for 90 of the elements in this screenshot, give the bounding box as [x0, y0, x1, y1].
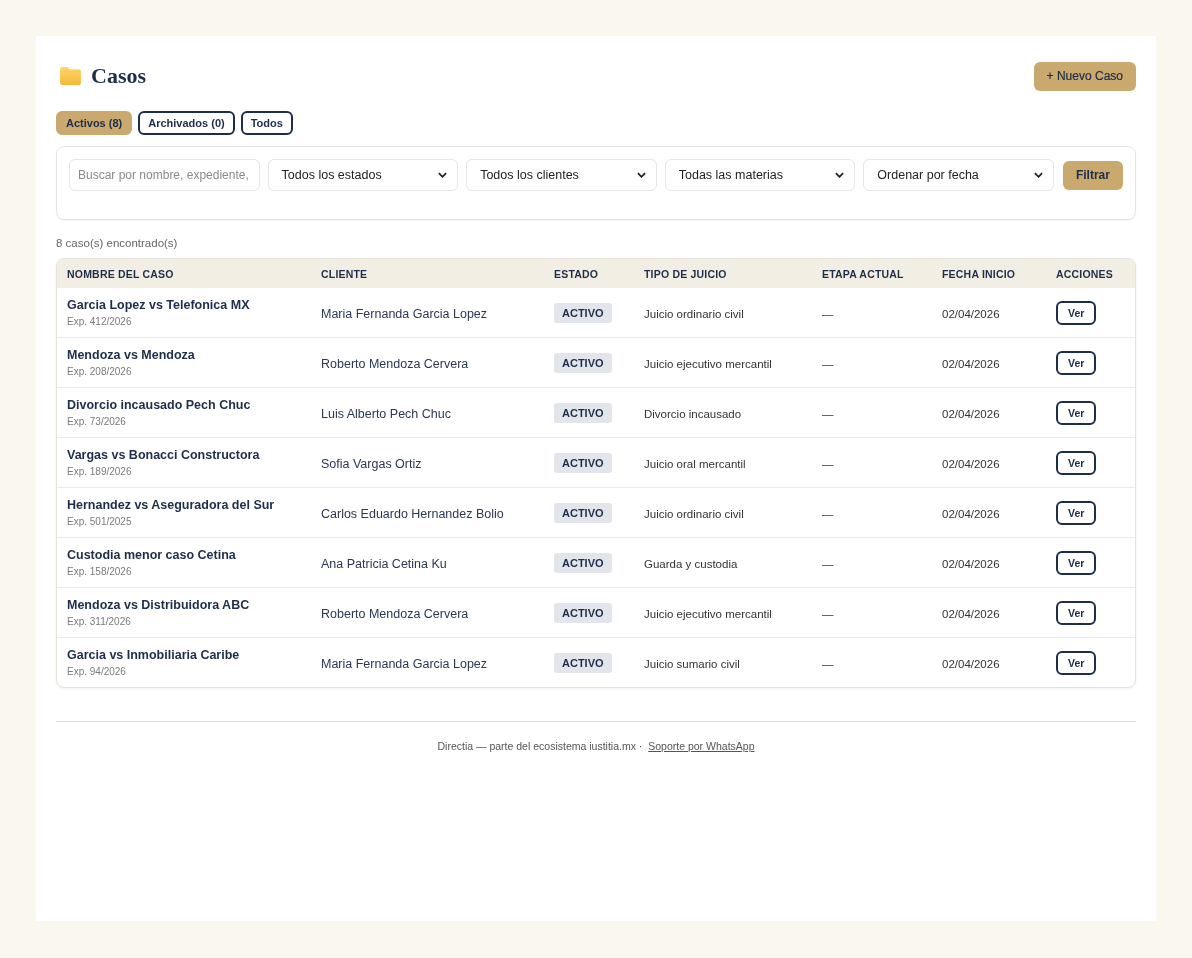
view-button[interactable]: Ver [1056, 650, 1097, 675]
new-case-button[interactable]: + Nuevo Caso [1033, 61, 1136, 91]
status-badge: ACTIVO [554, 352, 612, 373]
dropdown[interactable]: Ordenar por fecha [863, 159, 1054, 191]
status-badge: ACTIVO [554, 452, 612, 473]
case-file-number: Exp. 208/2026 [67, 366, 133, 377]
case-name: Hernandez vs Aseguradora del Sur [67, 498, 276, 512]
case-file-number: Exp. 189/2026 [67, 466, 133, 477]
case-name: Mendoza vs Distribuidora ABC [67, 598, 251, 612]
start-date: 02/04/2026 [942, 507, 1000, 520]
view-button[interactable]: Ver [1056, 550, 1097, 575]
trial-type: Juicio sumario civil [644, 657, 740, 670]
status-badge: ACTIVO [554, 502, 612, 523]
case-name: Mendoza vs Mendoza [67, 348, 196, 362]
current-stage: — [822, 607, 834, 620]
column-header: TIPO DE JUICIO [634, 259, 812, 288]
start-date: 02/04/2026 [942, 457, 1000, 470]
start-date: 02/04/2026 [942, 407, 1000, 420]
filter-tab[interactable]: Activos (8) [56, 111, 133, 135]
current-stage: — [822, 307, 834, 320]
current-stage: — [822, 657, 834, 670]
folder-icon [60, 67, 81, 85]
client-name: Maria Fernanda Garcia Lopez [321, 306, 488, 321]
current-stage: — [822, 557, 834, 570]
result-count: 8 caso(s) encontrado(s) [56, 237, 179, 249]
client-name: Ana Patricia Cetina Ku [321, 556, 447, 571]
case-name: Garcia vs Inmobiliaria Caribe [67, 648, 241, 662]
status-badge: ACTIVO [554, 652, 612, 673]
trial-type: Guarda y custodia [644, 557, 738, 570]
chevron-down-icon [438, 172, 448, 178]
filter-button[interactable]: Filtrar [1062, 160, 1123, 190]
case-file-number: Exp. 501/2025 [67, 516, 133, 527]
chevron-down-icon [636, 172, 646, 178]
case-file-number: Exp. 73/2026 [67, 416, 127, 427]
trial-type: Juicio oral mercantil [644, 457, 746, 470]
status-badge: ACTIVO [554, 602, 612, 623]
client-name: Roberto Mendoza Cervera [321, 356, 469, 371]
start-date: 02/04/2026 [942, 657, 1000, 670]
status-badge: ACTIVO [554, 302, 612, 323]
status-badge: ACTIVO [554, 402, 612, 423]
case-name: Vargas vs Bonacci Constructora [67, 448, 261, 462]
view-button[interactable]: Ver [1056, 600, 1097, 625]
client-name: Luis Alberto Pech Chuc [321, 406, 451, 421]
view-button[interactable]: Ver [1056, 300, 1097, 325]
filter-tab[interactable]: Archivados (0) [138, 111, 235, 135]
case-name: Garcia Lopez vs Telefonica MX [67, 298, 251, 312]
column-header: ETAPA ACTUAL [812, 259, 932, 288]
client-name: Roberto Mendoza Cervera [321, 606, 469, 621]
whatsapp-support-link[interactable]: Soporte por WhatsApp [648, 740, 755, 752]
view-button[interactable]: Ver [1056, 450, 1097, 475]
current-stage: — [822, 407, 834, 420]
footer-text: Directia — parte del ecosistema iustitia.mx · [437, 740, 643, 752]
column-header: NOMBRE DEL CASO [57, 259, 311, 288]
case-name: Divorcio incausado Pech Chuc [67, 398, 252, 412]
column-header: ACCIONES [1046, 259, 1135, 288]
case-file-number: Exp. 412/2026 [67, 316, 133, 327]
chevron-down-icon [1033, 172, 1043, 178]
start-date: 02/04/2026 [942, 307, 1000, 320]
case-name: Custodia menor caso Cetina [67, 548, 237, 562]
current-stage: — [822, 357, 834, 370]
current-stage: — [822, 457, 834, 470]
start-date: 02/04/2026 [942, 357, 1000, 370]
view-button[interactable]: Ver [1056, 500, 1097, 525]
case-file-number: Exp. 94/2026 [67, 666, 127, 677]
client-name: Sofia Vargas Ortiz [321, 456, 422, 471]
client-name: Carlos Eduardo Hernandez Bolio [321, 506, 504, 521]
status-badge: ACTIVO [554, 552, 612, 573]
column-header: ESTADO [544, 259, 634, 288]
view-button[interactable]: Ver [1056, 350, 1097, 375]
case-file-number: Exp. 311/2026 [67, 616, 132, 627]
current-stage: — [822, 507, 834, 520]
page-title: Casos [91, 63, 146, 89]
trial-type: Juicio ejecutivo mercantil [644, 607, 772, 620]
start-date: 02/04/2026 [942, 607, 1000, 620]
view-button[interactable]: Ver [1056, 400, 1097, 425]
case-file-number: Exp. 158/2026 [67, 566, 133, 577]
search-field[interactable]: Buscar por nombre, expediente, [69, 159, 260, 191]
client-name: Maria Fernanda Garcia Lopez [321, 656, 488, 671]
filter-tab[interactable]: Todos [240, 111, 293, 135]
chevron-down-icon [835, 172, 845, 178]
dropdown[interactable]: Todos los estados [267, 159, 459, 191]
trial-type: Divorcio incausado [644, 407, 742, 420]
dropdown[interactable]: Todos los clientes [466, 159, 657, 191]
column-header: FECHA INICIO [932, 259, 1046, 288]
start-date: 02/04/2026 [942, 557, 1000, 570]
column-header: CLIENTE [311, 259, 544, 288]
trial-type: Juicio ordinario civil [644, 507, 744, 520]
dropdown[interactable]: Todas las materias [664, 159, 856, 191]
trial-type: Juicio ordinario civil [644, 307, 744, 320]
trial-type: Juicio ejecutivo mercantil [644, 357, 772, 370]
